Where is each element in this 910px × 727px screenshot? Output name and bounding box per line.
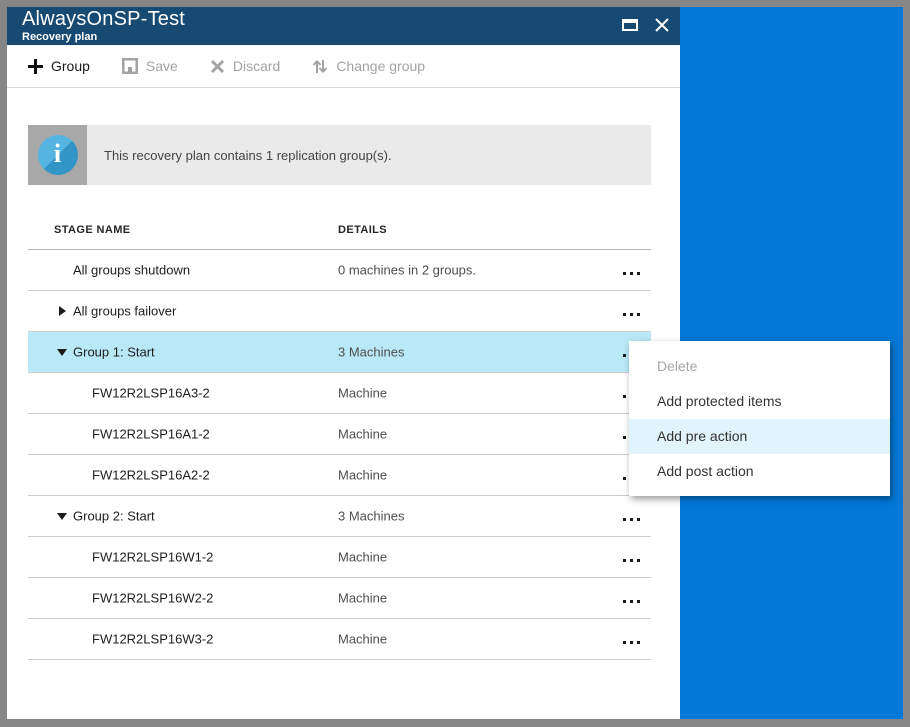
machine-name: FW12R2LSP16A1-2 [92, 426, 210, 442]
table-row-selected[interactable]: Group 1: Start 3 Machines [28, 332, 651, 373]
save-button-label: Save [145, 58, 178, 74]
machine-details: Machine [338, 467, 388, 483]
table-row[interactable]: All groups shutdown 0 machines in 2 grou… [28, 250, 651, 291]
info-banner-text: This recovery plan contains 1 replicatio… [87, 125, 651, 185]
save-button[interactable]: Save [121, 58, 178, 74]
row-actions-ellipsis-icon[interactable] [623, 641, 640, 644]
table-row[interactable]: FW12R2LSP16W2-2 Machine [28, 578, 651, 619]
row-actions-ellipsis-icon[interactable] [623, 313, 640, 316]
row-context-menu: Delete Add protected items Add pre actio… [629, 341, 890, 496]
group-button[interactable]: Group [28, 58, 90, 74]
window-frame: AlwaysOnSP-Test Recovery plan Group Save… [0, 0, 910, 727]
row-actions-ellipsis-icon[interactable] [623, 600, 640, 603]
stage-details: 3 Machines [338, 344, 405, 360]
portal-stage: AlwaysOnSP-Test Recovery plan Group Save… [7, 7, 903, 719]
stage-name: All groups failover [73, 303, 177, 319]
change-group-arrows-icon [312, 58, 328, 75]
chevron-down-icon[interactable] [57, 349, 67, 356]
blade-title: AlwaysOnSP-Test [22, 8, 186, 30]
close-icon[interactable] [654, 17, 670, 33]
maximize-icon[interactable] [622, 19, 638, 31]
table-row[interactable]: FW12R2LSP16A2-2 Machine [28, 455, 651, 496]
discard-button[interactable]: Discard [210, 58, 280, 74]
row-actions-ellipsis-icon[interactable] [623, 272, 640, 275]
machine-details: Machine [338, 590, 388, 606]
machine-name: FW12R2LSP16W2-2 [92, 590, 214, 606]
table-row[interactable]: FW12R2LSP16W3-2 Machine [28, 619, 651, 660]
blade-header: AlwaysOnSP-Test Recovery plan [7, 7, 680, 45]
change-group-button-label: Change group [336, 58, 426, 74]
save-icon [121, 58, 138, 74]
table-header: STAGE NAME DETAILS [28, 185, 651, 250]
table-row[interactable]: FW12R2LSP16A3-2 Machine [28, 373, 651, 414]
stage-details: 0 machines in 2 groups. [338, 262, 477, 278]
group-button-label: Group [51, 58, 90, 74]
table-row[interactable]: FW12R2LSP16A1-2 Machine [28, 414, 651, 455]
machine-name: FW12R2LSP16A2-2 [92, 467, 210, 483]
row-actions-ellipsis-icon[interactable] [623, 518, 640, 521]
info-banner-icon-box: i [28, 125, 87, 185]
menu-item-add-pre-action[interactable]: Add pre action [629, 419, 890, 454]
chevron-down-icon[interactable] [57, 513, 67, 520]
table-row[interactable]: Group 2: Start 3 Machines [28, 496, 651, 537]
chevron-right-icon[interactable] [59, 306, 66, 316]
row-actions-ellipsis-icon[interactable] [623, 559, 640, 562]
machine-details: Machine [338, 385, 388, 401]
machine-name: FW12R2LSP16A3-2 [92, 385, 210, 401]
machine-name: FW12R2LSP16W3-2 [92, 631, 214, 647]
stage-name: All groups shutdown [73, 262, 191, 278]
info-icon: i [37, 135, 78, 175]
recovery-plan-blade: AlwaysOnSP-Test Recovery plan Group Save… [7, 7, 680, 719]
stage-details: 3 Machines [338, 508, 405, 524]
menu-item-add-protected-items[interactable]: Add protected items [629, 384, 890, 419]
plus-icon [28, 58, 43, 74]
menu-item-delete[interactable]: Delete [629, 349, 890, 384]
stages-table: STAGE NAME DETAILS All groups shutdown 0… [28, 185, 651, 660]
command-bar: Group Save Discard Change group [7, 45, 680, 88]
machine-details: Machine [338, 426, 388, 442]
discard-x-icon [210, 59, 225, 74]
table-row[interactable]: All groups failover [28, 291, 651, 332]
blade-window-controls [622, 17, 670, 33]
machine-details: Machine [338, 549, 388, 565]
table-row[interactable]: FW12R2LSP16W1-2 Machine [28, 537, 651, 578]
stage-name: Group 1: Start [73, 344, 155, 360]
discard-button-label: Discard [232, 58, 281, 74]
machine-details: Machine [338, 631, 388, 647]
column-header-stage-name: STAGE NAME [54, 224, 131, 236]
machine-name: FW12R2LSP16W1-2 [92, 549, 214, 565]
stage-name: Group 2: Start [73, 508, 155, 524]
menu-item-add-post-action[interactable]: Add post action [629, 454, 890, 489]
change-group-button[interactable]: Change group [312, 58, 425, 75]
column-header-details: DETAILS [338, 224, 388, 236]
info-banner: i This recovery plan contains 1 replicat… [28, 125, 651, 185]
blade-subtitle: Recovery plan [22, 31, 98, 43]
